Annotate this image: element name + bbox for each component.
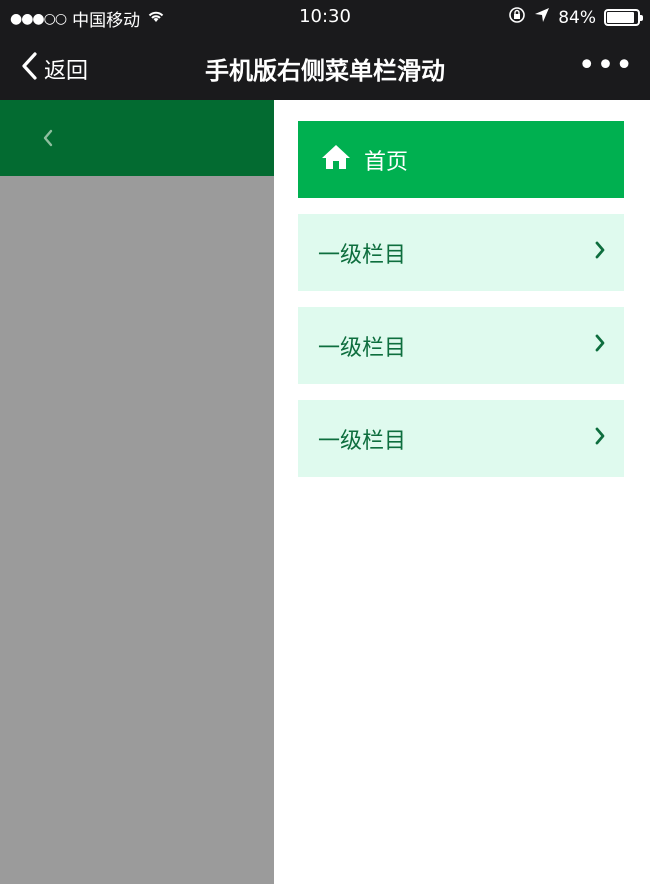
page-title: 手机版右侧菜单栏滑动	[205, 57, 445, 85]
home-icon	[320, 143, 364, 177]
battery-percent: 84%	[558, 7, 596, 28]
side-menu: 首页 一级栏目 一级栏目 一级栏目	[274, 100, 650, 884]
menu-item-label: 一级栏目	[318, 335, 407, 361]
menu-item-label: 一级栏目	[318, 428, 407, 454]
chevron-right-icon	[594, 426, 606, 452]
menu-item-level1[interactable]: 一级栏目	[298, 214, 624, 291]
chevron-right-icon	[594, 333, 606, 359]
location-arrow-icon	[534, 7, 550, 28]
status-bar: ●●●○○ 中国移动 10:30 84%	[0, 0, 650, 34]
battery-icon	[604, 9, 643, 26]
more-menu-button[interactable]: •••	[578, 48, 634, 83]
menu-item-level1[interactable]: 一级栏目	[298, 400, 624, 477]
chevron-left-icon[interactable]	[40, 126, 56, 150]
content-overlay[interactable]	[0, 100, 274, 884]
battery-fill	[607, 12, 634, 23]
menu-item-level1[interactable]: 一级栏目	[298, 307, 624, 384]
status-right: 84%	[508, 6, 643, 29]
menu-item-home-label: 首页	[364, 149, 409, 175]
page-header	[0, 100, 274, 176]
chevron-right-icon	[594, 240, 606, 266]
rotation-lock-icon	[508, 6, 526, 29]
menu-item-label: 一级栏目	[318, 242, 407, 268]
menu-item-home[interactable]: 首页	[298, 121, 624, 198]
nav-bar: 返回 手机版右侧菜单栏滑动 •••	[0, 34, 650, 100]
